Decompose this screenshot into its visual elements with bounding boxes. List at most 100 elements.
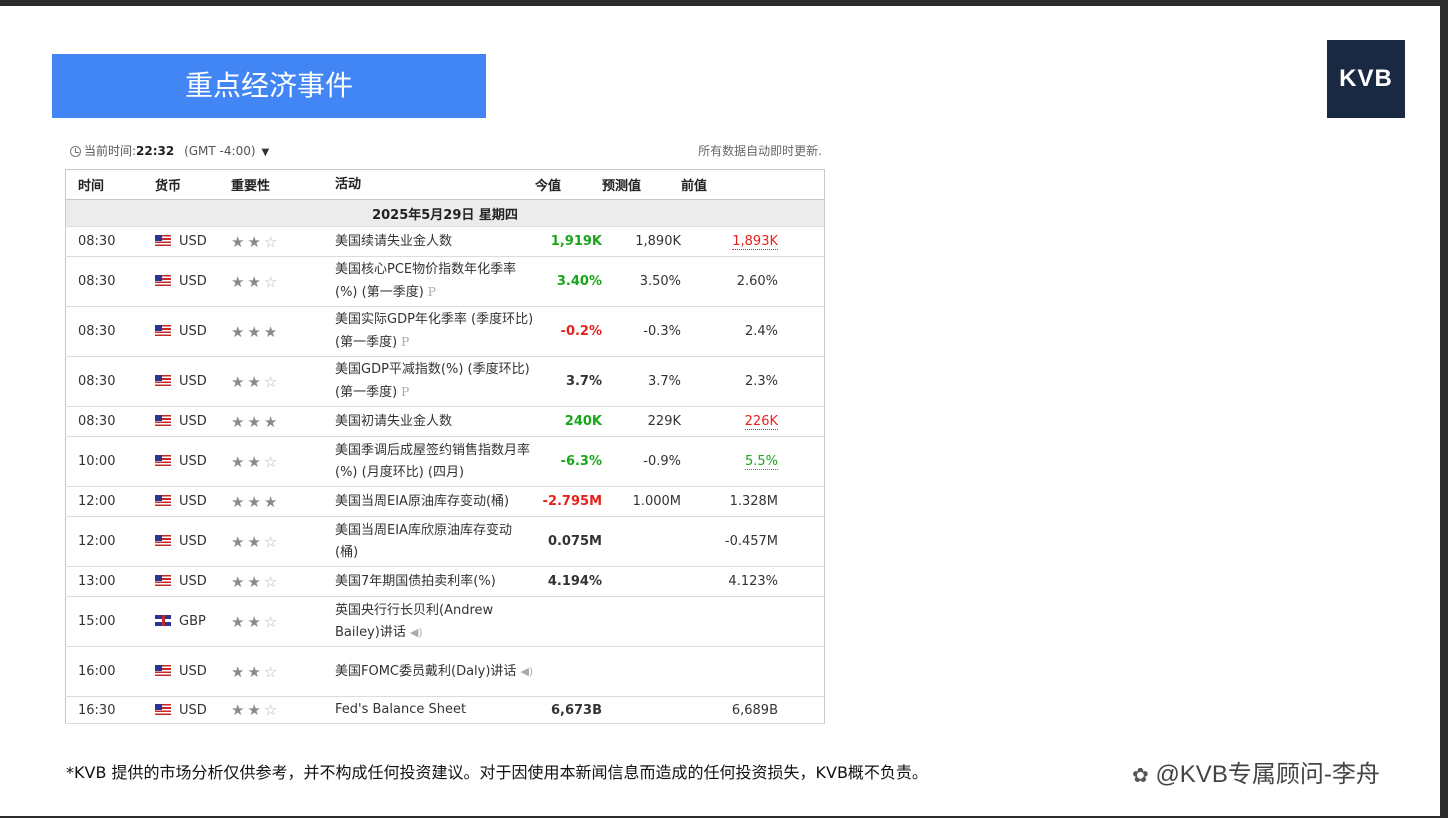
event-previous-text: 1,893K (732, 234, 778, 250)
star-empty-icon: ☆ (263, 372, 281, 391)
table-row[interactable]: 08:30 USD ★★★ 美国初请失业金人数 240K 229K 226K (65, 406, 825, 437)
row-spacer (778, 596, 825, 647)
event-name[interactable]: 美国FOMC委员戴利(Daly)讲话 ◀) (335, 646, 535, 697)
star-filled-icon: ★ (231, 612, 248, 631)
importance-stars: ★★★ (231, 323, 280, 341)
currency-code: USD (179, 374, 207, 389)
event-name[interactable]: 英国央行行长贝利(Andrew Bailey)讲话 ◀) (335, 596, 535, 647)
star-filled-icon: ★ (247, 612, 264, 631)
disclaimer: *KVB 提供的市场分析仅供参考，并不构成任何投资建议。对于因使用本新闻信息而造… (66, 763, 928, 782)
col-currency: 货币 (155, 169, 231, 200)
event-importance: ★★★ (231, 486, 335, 517)
event-time-text: 08:30 (78, 324, 116, 339)
star-filled-icon: ★ (231, 452, 248, 471)
event-name-text: 美国FOMC委员戴利(Daly)讲话 (335, 663, 517, 679)
event-name[interactable]: 美国实际GDP年化季率 (季度环比) (第一季度) P (335, 306, 535, 357)
importance-stars: ★★☆ (231, 453, 280, 471)
event-name[interactable]: 美国核心PCE物价指数年化季率(%) (第一季度) P (335, 256, 535, 307)
chevron-down-icon: ▼ (261, 147, 270, 158)
table-row[interactable]: 08:30 USD ★★☆ 美国GDP平减指数(%) (季度环比) (第一季度) P 3.… (65, 356, 825, 407)
currency-code: USD (179, 574, 207, 589)
importance-stars: ★★☆ (231, 373, 280, 391)
current-time: 22:32 (136, 144, 175, 158)
star-filled-icon: ★ (231, 272, 248, 291)
star-filled-icon: ★ (231, 322, 248, 341)
event-time-text: 08:30 (78, 414, 116, 429)
event-actual: -2.795M (535, 486, 602, 517)
event-name[interactable]: 美国续请失业金人数 (335, 226, 535, 257)
watermark: ✿ @KVB专属顾问-李舟 (1132, 754, 1380, 789)
event-time: 08:30 (65, 356, 155, 407)
event-name[interactable]: 美国7年期国债拍卖利率(%) (335, 566, 535, 597)
event-forecast: 3.7% (602, 356, 681, 407)
table-row[interactable]: 12:00 USD ★★☆ 美国当周EIA库欣原油库存变动(桶) 0.075M -0.45… (65, 516, 825, 567)
star-filled-icon: ★ (247, 532, 264, 551)
table-row[interactable]: 16:30 USD ★★☆ Fed's Balance Sheet 6,673B 6,68… (65, 696, 825, 724)
event-previous: 1,893K (681, 226, 778, 257)
event-time: 08:30 (65, 226, 155, 257)
watermark-text: @KVB专属顾问-李舟 (1155, 761, 1380, 788)
table-row[interactable]: 16:00 USD ★★☆ 美国FOMC委员戴利(Daly)讲话 ◀) (65, 646, 825, 697)
event-importance: ★★☆ (231, 256, 335, 307)
row-spacer (778, 486, 825, 517)
event-importance: ★★☆ (231, 696, 335, 724)
us-flag-icon (155, 375, 171, 386)
event-name-text: 美国核心PCE物价指数年化季率(%) (第一季度) (335, 262, 517, 300)
uk-flag-icon (155, 615, 171, 626)
event-previous: 2.60% (681, 256, 778, 307)
event-actual-text: 0.075M (547, 534, 602, 549)
kvb-logo: KVB (1327, 40, 1405, 118)
event-forecast-text: 3.50% (639, 274, 681, 289)
event-name[interactable]: 美国季调后成屋签约销售指数月率(%) (月度环比) (四月) (335, 436, 535, 487)
currency-code: USD (179, 324, 207, 339)
col-importance: 重要性 (231, 169, 335, 200)
event-actual: 1,919K (535, 226, 602, 257)
event-importance: ★★★ (231, 406, 335, 437)
table-row[interactable]: 08:30 USD ★★★ 美国实际GDP年化季率 (季度环比) (第一季度) P -0.… (65, 306, 825, 357)
table-row[interactable]: 15:00 GBP ★★☆ 英国央行行长贝利(Andrew Bailey)讲话 ◀) (65, 596, 825, 647)
table-row[interactable]: 10:00 USD ★★☆ 美国季调后成屋签约销售指数月率(%) (月度环比) (四月… (65, 436, 825, 487)
event-currency: USD (155, 486, 231, 517)
col-event: 活动 (335, 169, 535, 200)
star-filled-icon: ★ (231, 532, 248, 551)
event-actual: 4.194% (535, 566, 602, 597)
event-actual-text: 4.194% (547, 574, 602, 589)
star-filled-icon: ★ (247, 322, 264, 341)
event-forecast (602, 596, 681, 647)
event-time: 12:00 (65, 486, 155, 517)
event-previous: 2.4% (681, 306, 778, 357)
current-time-label: 当前时间: (84, 144, 137, 158)
star-filled-icon: ★ (247, 452, 264, 471)
row-spacer (778, 566, 825, 597)
event-time-text: 08:30 (78, 234, 116, 249)
table-row[interactable]: 12:00 USD ★★★ 美国当周EIA原油库存变动(桶) -2.795M 1.000M… (65, 486, 825, 517)
table-row[interactable]: 08:30 USD ★★☆ 美国续请失业金人数 1,919K 1,890K 1,893K (65, 226, 825, 257)
event-currency: USD (155, 566, 231, 597)
event-actual-text: 3.7% (565, 374, 602, 389)
us-flag-icon (155, 575, 171, 586)
event-importance: ★★★ (231, 306, 335, 357)
event-actual: 3.7% (535, 356, 602, 407)
currency-code: USD (179, 414, 207, 429)
event-forecast-text: -0.3% (643, 324, 681, 339)
star-filled-icon: ★ (263, 322, 281, 341)
event-name[interactable]: 美国初请失业金人数 (335, 406, 535, 437)
event-time-text: 12:00 (78, 494, 116, 509)
speaker-icon: ◀) (520, 664, 534, 678)
date-label: 2025年5月29日 星期四 (65, 199, 825, 227)
event-name[interactable]: 美国当周EIA库欣原油库存变动(桶) (335, 516, 535, 567)
event-name[interactable]: 美国GDP平减指数(%) (季度环比) (第一季度) P (335, 356, 535, 407)
col-forecast: 预测值 (602, 169, 681, 200)
us-flag-icon (155, 535, 171, 546)
star-empty-icon: ☆ (263, 452, 281, 471)
preliminary-badge: P (401, 335, 410, 349)
star-filled-icon: ★ (231, 232, 248, 251)
timezone-selector[interactable]: (GMT -4:00) ▼ (184, 144, 269, 158)
event-name[interactable]: Fed's Balance Sheet (335, 696, 535, 724)
currency-code: USD (179, 664, 207, 679)
event-previous-text: 2.3% (744, 374, 778, 389)
table-row[interactable]: 13:00 USD ★★☆ 美国7年期国债拍卖利率(%) 4.194% 4.123% (65, 566, 825, 597)
event-currency: GBP (155, 596, 231, 647)
table-row[interactable]: 08:30 USD ★★☆ 美国核心PCE物价指数年化季率(%) (第一季度) P 3.4… (65, 256, 825, 307)
event-name[interactable]: 美国当周EIA原油库存变动(桶) (335, 486, 535, 517)
